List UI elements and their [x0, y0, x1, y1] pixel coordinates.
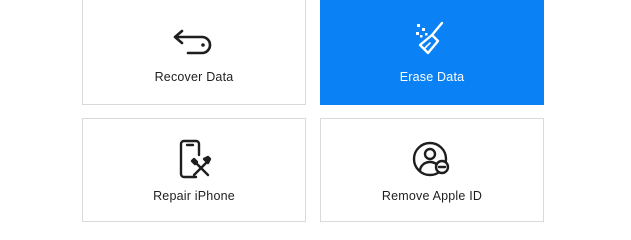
remove-user-icon: [408, 135, 456, 183]
remove-apple-id-tile[interactable]: Remove Apple ID: [320, 118, 544, 222]
erase-data-tile[interactable]: Erase Data: [320, 0, 544, 105]
recover-data-tile[interactable]: Recover Data: [82, 0, 306, 105]
recover-arrow-icon: [170, 15, 218, 63]
feature-grid: Recover Data Erase Data Repair iPhone Re…: [0, 0, 631, 222]
remove-apple-id-label: Remove Apple ID: [381, 189, 483, 203]
repair-iphone-tile[interactable]: Repair iPhone: [82, 118, 306, 222]
recover-data-label: Recover Data: [154, 70, 234, 84]
repair-iphone-label: Repair iPhone: [153, 189, 235, 203]
broom-icon: [408, 15, 456, 63]
phone-repair-icon: [170, 135, 218, 183]
erase-data-label: Erase Data: [399, 70, 465, 84]
